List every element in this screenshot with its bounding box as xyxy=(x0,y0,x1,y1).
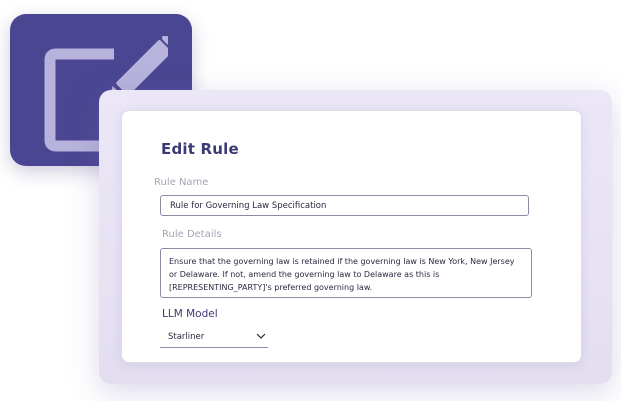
chevron-down-icon xyxy=(256,333,266,339)
dialog-title: Edit Rule xyxy=(161,140,239,158)
rule-name-field[interactable]: Rule for Governing Law Specification xyxy=(160,195,529,216)
edit-rule-dialog: Edit Rule Rule Name Rule for Governing L… xyxy=(121,110,582,363)
rule-name-label: Rule Name xyxy=(154,177,209,188)
rule-details-field[interactable]: Ensure that the governing law is retaine… xyxy=(160,248,532,298)
llm-model-select[interactable]: Starliner xyxy=(160,330,268,348)
llm-model-value: Starliner xyxy=(168,332,205,342)
rule-details-label: Rule Details xyxy=(162,229,222,240)
llm-model-label: LLM Model xyxy=(162,308,218,320)
